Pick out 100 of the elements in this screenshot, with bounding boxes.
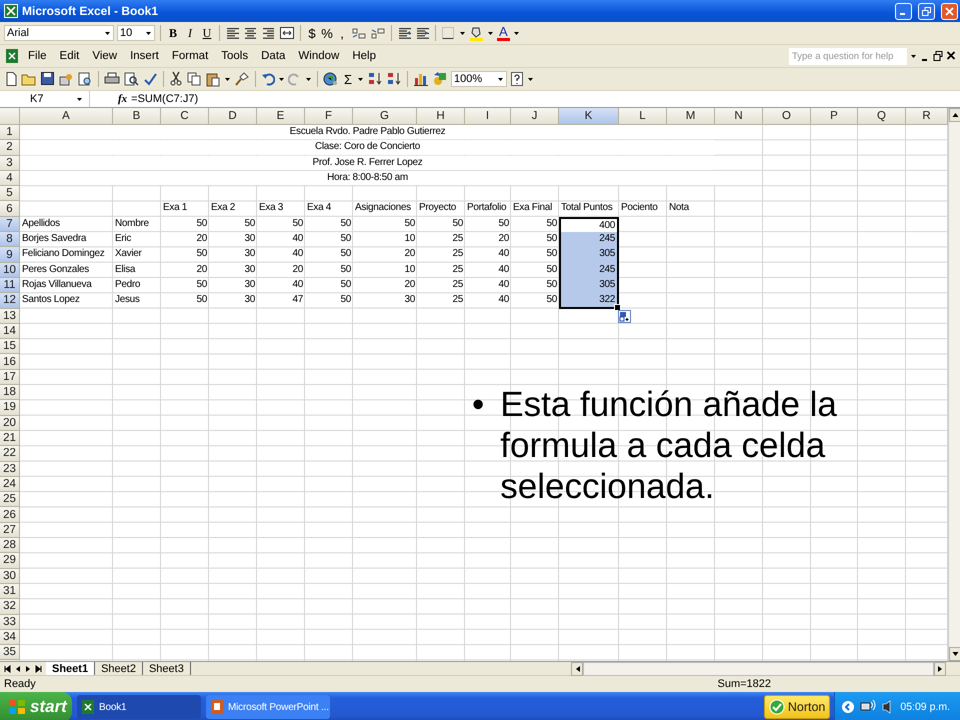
- table-cell[interactable]: 40: [465, 278, 511, 294]
- restore-icon[interactable]: [933, 49, 943, 63]
- column-header[interactable]: R: [906, 108, 948, 125]
- column-header[interactable]: F: [305, 108, 353, 125]
- table-cell[interactable]: 25: [417, 232, 465, 248]
- insert-function-button[interactable]: fx: [118, 93, 128, 105]
- borders-icon[interactable]: [441, 25, 456, 41]
- number-format-button[interactable]: %: [321, 26, 333, 40]
- menu-item[interactable]: Format: [166, 50, 214, 62]
- menu-item[interactable]: Window: [293, 50, 344, 62]
- table-cell[interactable]: 30: [209, 293, 257, 309]
- left-arrow-icon[interactable]: [574, 664, 580, 672]
- table-cell[interactable]: 20: [257, 262, 305, 278]
- row-header[interactable]: 25: [0, 492, 20, 508]
- table-cell[interactable]: 305: [559, 247, 619, 263]
- column-header[interactable]: J: [511, 108, 559, 125]
- sheet-tab[interactable]: Sheet1: [46, 662, 96, 675]
- row-header[interactable]: 11: [0, 278, 20, 294]
- table-cell[interactable]: 40: [257, 278, 305, 294]
- row-header[interactable]: 33: [0, 614, 20, 630]
- table-cell[interactable]: 400: [559, 216, 619, 232]
- table-cell[interactable]: 50: [209, 216, 257, 232]
- undo-icon[interactable]: [261, 71, 275, 87]
- chevron-icon[interactable]: [841, 700, 856, 714]
- table-cell[interactable]: 25: [417, 262, 465, 278]
- column-header[interactable]: O: [763, 108, 811, 125]
- table-cell[interactable]: Rojas Villanueva: [20, 278, 113, 294]
- table-cell[interactable]: 245: [559, 232, 619, 248]
- row-header[interactable]: 3: [0, 156, 20, 171]
- align-right-icon[interactable]: [261, 25, 276, 41]
- table-cell[interactable]: Santos Lopez: [20, 293, 113, 309]
- table-cell[interactable]: Nota: [667, 201, 715, 217]
- table-cell[interactable]: Xavier: [113, 247, 161, 263]
- table-cell[interactable]: 20: [161, 262, 209, 278]
- table-cell[interactable]: Apellidos: [20, 216, 113, 232]
- row-header[interactable]: 26: [0, 507, 20, 523]
- table-cell[interactable]: Exa 1: [161, 201, 209, 217]
- right-arrow-icon[interactable]: [936, 664, 944, 672]
- table-cell[interactable]: 50: [305, 216, 353, 232]
- column-header[interactable]: I: [465, 108, 511, 125]
- previous-sheet-icon[interactable]: [15, 664, 21, 674]
- scroll-up-button[interactable]: [949, 108, 960, 122]
- row-header[interactable]: 22: [0, 446, 20, 462]
- row-header[interactable]: 24: [0, 476, 20, 492]
- column-header[interactable]: H: [417, 108, 465, 125]
- table-cell[interactable]: 30: [209, 247, 257, 263]
- autosum-button[interactable]: Σ: [342, 72, 354, 86]
- row-header[interactable]: 31: [0, 584, 20, 600]
- row-header[interactable]: 10: [0, 262, 20, 278]
- row-header[interactable]: 32: [0, 599, 20, 614]
- table-cell[interactable]: 25: [417, 247, 465, 263]
- workbook-icon[interactable]: [4, 48, 20, 64]
- row-header[interactable]: 35: [0, 645, 20, 660]
- row-header[interactable]: 29: [0, 553, 20, 569]
- table-cell[interactable]: 20: [161, 232, 209, 248]
- row-header[interactable]: 6: [0, 201, 20, 217]
- table-cell[interactable]: 50: [305, 247, 353, 263]
- menu-item[interactable]: View: [87, 50, 122, 62]
- table-cell[interactable]: 25: [417, 293, 465, 309]
- up-arrow-icon[interactable]: [952, 111, 958, 119]
- menu-item[interactable]: Edit: [54, 50, 84, 62]
- menu-item[interactable]: Insert: [125, 50, 164, 62]
- table-cell[interactable]: 20: [353, 247, 417, 263]
- table-cell[interactable]: 50: [511, 232, 559, 248]
- name-box[interactable]: K7: [0, 91, 90, 107]
- table-cell[interactable]: 50: [305, 278, 353, 294]
- copy-icon[interactable]: [186, 71, 202, 87]
- table-cell[interactable]: Elisa: [113, 262, 161, 278]
- norton-badge[interactable]: Norton: [764, 695, 830, 719]
- table-cell[interactable]: 40: [465, 293, 511, 309]
- column-header[interactable]: A: [20, 108, 113, 125]
- table-cell[interactable]: 40: [465, 262, 511, 278]
- row-header[interactable]: 21: [0, 430, 20, 446]
- table-cell[interactable]: 245: [559, 262, 619, 278]
- help-search-field[interactable]: Type a question for help: [789, 48, 907, 64]
- table-cell[interactable]: Exa 3: [257, 201, 305, 217]
- table-cell[interactable]: 50: [161, 278, 209, 294]
- row-header[interactable]: 2: [0, 140, 20, 156]
- cut-icon[interactable]: [169, 71, 183, 87]
- decrease-indent-icon[interactable]: [397, 25, 412, 41]
- table-cell[interactable]: 25: [417, 278, 465, 294]
- row-header[interactable]: 15: [0, 339, 20, 354]
- column-header[interactable]: K: [559, 108, 619, 125]
- scroll-down-button[interactable]: [949, 647, 960, 661]
- row-header[interactable]: 20: [0, 416, 20, 431]
- column-header[interactable]: D: [209, 108, 257, 125]
- drawing-icon[interactable]: [432, 71, 448, 87]
- column-header[interactable]: Q: [858, 108, 906, 125]
- table-cell[interactable]: Borjes Savedra: [20, 232, 113, 248]
- column-header[interactable]: E: [257, 108, 305, 125]
- row-header[interactable]: 18: [0, 385, 20, 400]
- table-cell[interactable]: Peres Gonzales: [20, 262, 113, 278]
- table-cell[interactable]: Prof. Jose R. Ferrer Lopez: [20, 156, 715, 170]
- row-header[interactable]: 19: [0, 400, 20, 416]
- row-header[interactable]: 1: [0, 125, 20, 140]
- scroll-right-button[interactable]: [934, 662, 946, 676]
- table-cell[interactable]: 50: [511, 216, 559, 232]
- font-size-field[interactable]: 10: [117, 25, 155, 41]
- hyperlink-icon[interactable]: [323, 71, 339, 87]
- table-cell[interactable]: 50: [511, 278, 559, 294]
